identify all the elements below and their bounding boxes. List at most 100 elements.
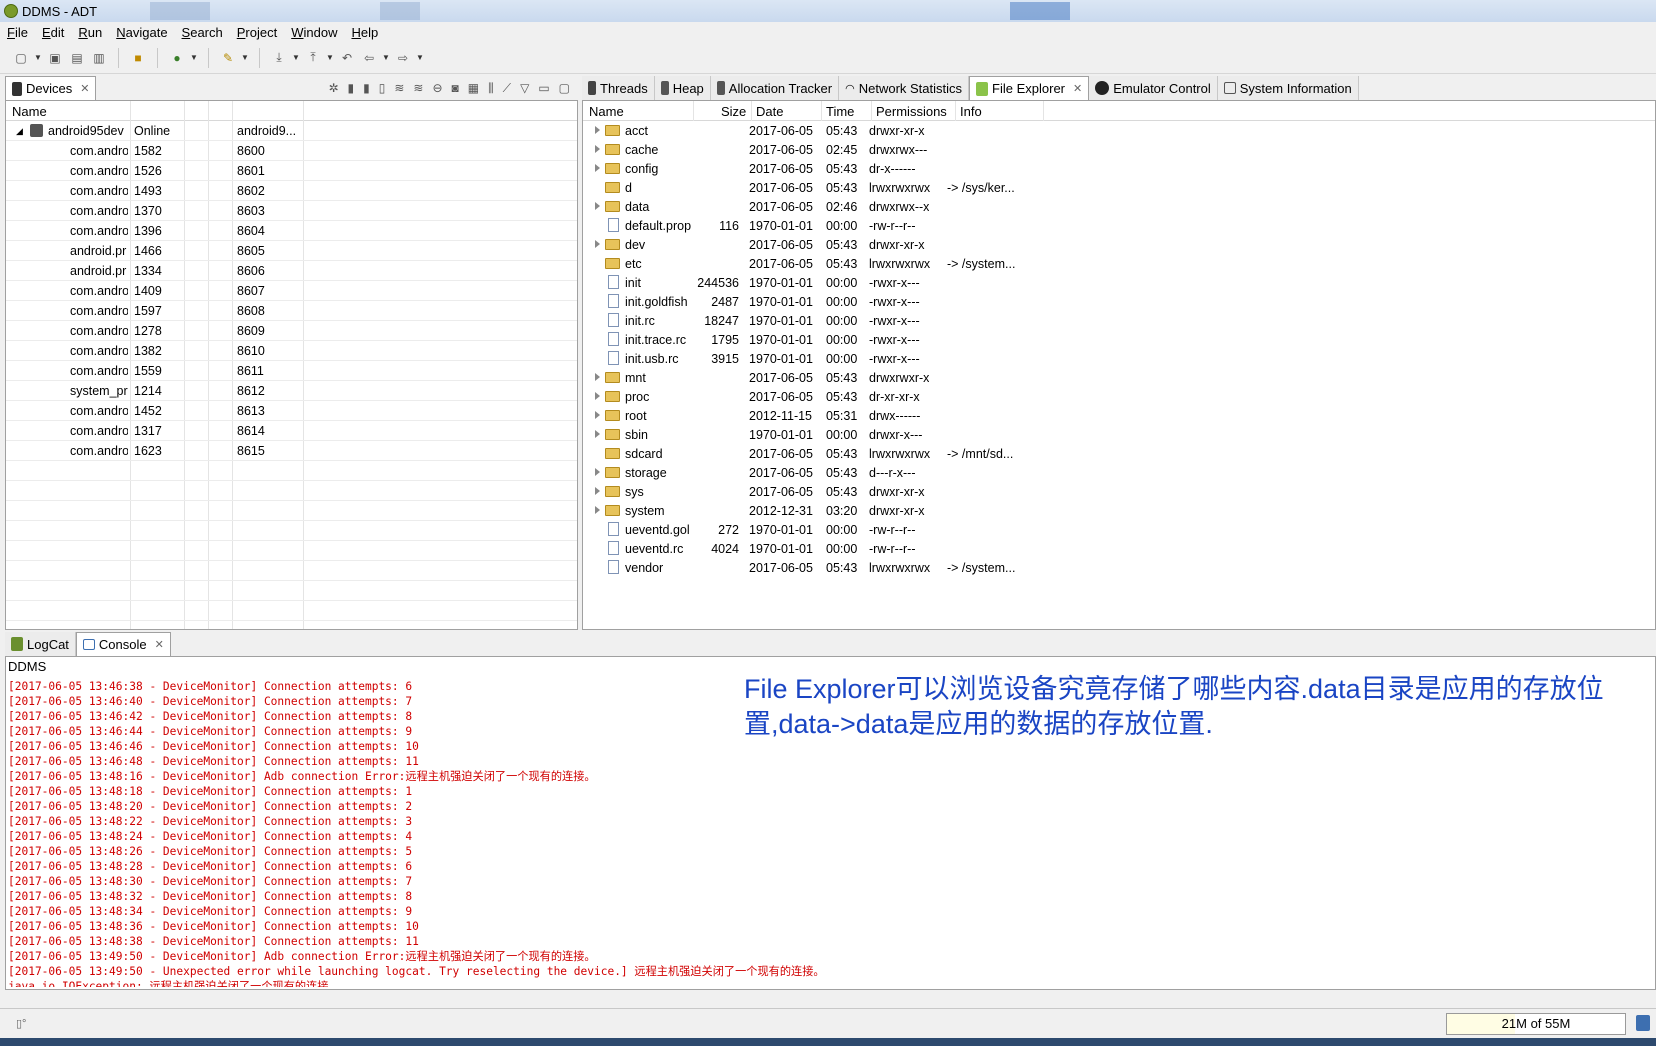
process-row[interactable]: com.andro 1582 8600: [6, 141, 577, 161]
minimize-icon[interactable]: ▭: [538, 81, 549, 95]
close-icon[interactable]: ✕: [1073, 82, 1082, 95]
save-icon[interactable]: ▣: [46, 49, 64, 67]
process-row[interactable]: com.andro 1409 8607: [6, 281, 577, 301]
expand-icon[interactable]: [595, 164, 600, 172]
update-heap-icon[interactable]: ▮: [348, 81, 355, 95]
expand-icon[interactable]: [595, 468, 600, 476]
file-row[interactable]: init.goldfish 2487 1970-01-01 00:00 -rwxr-x-…: [583, 292, 1655, 312]
process-row[interactable]: system_prc 1214 8612: [6, 381, 577, 401]
tab-logcat[interactable]: LogCat: [5, 632, 76, 656]
pen-dropdown-icon[interactable]: ▼: [241, 53, 249, 62]
view-menu-icon[interactable]: ▽: [520, 81, 529, 95]
process-row[interactable]: com.andro 1452 8613: [6, 401, 577, 421]
process-row[interactable]: com.andro 1526 8601: [6, 161, 577, 181]
tab-system-information[interactable]: System Information: [1217, 76, 1359, 100]
file-row[interactable]: etc 2017-06-05 05:43 lrwxrwxrwx -> /system..…: [583, 254, 1655, 274]
tab-emulator-control[interactable]: Emulator Control: [1089, 76, 1218, 100]
menu-window[interactable]: Window: [284, 25, 344, 40]
last-edit-icon[interactable]: ↶: [338, 49, 356, 67]
process-row[interactable]: com.andro 1370 8603: [6, 201, 577, 221]
file-row[interactable]: acct 2017-06-05 05:43 drwxr-xr-x: [583, 121, 1655, 141]
expand-icon[interactable]: [595, 392, 600, 400]
file-row[interactable]: default.prop 116 1970-01-01 00:00 -rw-r--r--: [583, 216, 1655, 236]
menu-search[interactable]: Search: [175, 25, 230, 40]
new-dropdown-icon[interactable]: ▼: [34, 53, 42, 62]
menu-run[interactable]: Run: [71, 25, 109, 40]
next-annotation-icon[interactable]: ⤓: [270, 49, 288, 67]
print-icon[interactable]: ▥: [90, 49, 108, 67]
sdk-manager-icon[interactable]: ■: [129, 49, 147, 67]
process-row[interactable]: android.pr 1466 8605: [6, 241, 577, 261]
menu-edit[interactable]: Edit: [35, 25, 71, 40]
cause-gc-icon[interactable]: ▯: [379, 81, 386, 95]
expand-icon[interactable]: [595, 506, 600, 514]
tab-file-explorer[interactable]: File Explorer ✕: [969, 76, 1090, 100]
close-icon[interactable]: ✕: [80, 82, 89, 95]
forward-dropdown-icon[interactable]: ▼: [416, 53, 424, 62]
menu-navigate[interactable]: Navigate: [109, 25, 174, 40]
process-row[interactable]: com.andro 1597 8608: [6, 301, 577, 321]
dump-hprof-icon[interactable]: ▮: [363, 81, 370, 95]
file-row[interactable]: proc 2017-06-05 05:43 dr-xr-xr-x: [583, 387, 1655, 407]
collapse-icon[interactable]: ◢: [16, 126, 23, 137]
back-dropdown-icon[interactable]: ▼: [382, 53, 390, 62]
file-row[interactable]: init.rc 18247 1970-01-01 00:00 -rwxr-x---: [583, 311, 1655, 331]
expand-icon[interactable]: [595, 240, 600, 248]
file-row[interactable]: init.trace.rc 1795 1970-01-01 00:00 -rwxr-x-…: [583, 330, 1655, 350]
menu-help[interactable]: Help: [344, 25, 385, 40]
expand-icon[interactable]: [595, 430, 600, 438]
column-time-header[interactable]: Time: [826, 104, 854, 119]
prev-annotation-dropdown-icon[interactable]: ▼: [326, 53, 334, 62]
file-row[interactable]: sdcard 2017-06-05 05:43 lrwxrwxrwx -> /mnt/s…: [583, 444, 1655, 464]
file-row[interactable]: mnt 2017-06-05 05:43 drwxrwxr-x: [583, 368, 1655, 388]
file-row[interactable]: sbin 1970-01-01 00:00 drwxr-x---: [583, 425, 1655, 445]
expand-icon[interactable]: [595, 145, 600, 153]
expand-icon[interactable]: [595, 487, 600, 495]
screen-capture-icon[interactable]: ◙: [452, 81, 459, 95]
expand-icon[interactable]: [595, 373, 600, 381]
new-icon[interactable]: ▢: [12, 49, 30, 67]
column-name-header[interactable]: Name: [589, 104, 624, 119]
garbage-collect-icon[interactable]: [1636, 1015, 1650, 1031]
systrace-icon[interactable]: ⫼: [488, 81, 494, 96]
column-permissions-header[interactable]: Permissions: [876, 104, 947, 119]
debug-icon[interactable]: ✲: [328, 81, 338, 95]
update-threads-icon[interactable]: ≋: [394, 81, 404, 95]
file-row[interactable]: d 2017-06-05 05:43 lrwxrwxrwx -> /sys/ker...: [583, 178, 1655, 198]
menu-file[interactable]: File: [0, 25, 35, 40]
tab-network-statistics[interactable]: ◠ Network Statistics: [839, 76, 970, 100]
file-row[interactable]: system 2012-12-31 03:20 drwxr-xr-x: [583, 501, 1655, 521]
file-row[interactable]: ueventd.gol 272 1970-01-01 00:00 -rw-r--r--: [583, 520, 1655, 540]
tab-devices[interactable]: Devices ✕: [5, 76, 97, 100]
file-row[interactable]: cache 2017-06-05 02:45 drwxrwx---: [583, 140, 1655, 160]
file-row[interactable]: vendor 2017-06-05 05:43 lrwxrwxrwx -> /syste…: [583, 558, 1655, 578]
search-dropdown-icon[interactable]: ▼: [190, 53, 198, 62]
opengl-trace-icon[interactable]: ⟋: [503, 81, 511, 96]
file-row[interactable]: ueventd.rc 4024 1970-01-01 00:00 -rw-r--r--: [583, 539, 1655, 559]
column-name-header[interactable]: Name: [12, 104, 47, 119]
process-row[interactable]: com.andro 1493 8602: [6, 181, 577, 201]
process-row[interactable]: com.andro 1382 8610: [6, 341, 577, 361]
method-profiling-icon[interactable]: ≋: [413, 81, 423, 95]
back-icon[interactable]: ⇦: [360, 49, 378, 67]
tab-allocation-tracker[interactable]: Allocation Tracker: [710, 76, 840, 100]
next-annotation-dropdown-icon[interactable]: ▼: [292, 53, 300, 62]
fast-view-icon[interactable]: ▯°: [16, 1017, 26, 1030]
file-row[interactable]: data 2017-06-05 02:46 drwxrwx--x: [583, 197, 1655, 217]
file-row[interactable]: root 2012-11-15 05:31 drwx------: [583, 406, 1655, 426]
process-row[interactable]: com.andro 1317 8614: [6, 421, 577, 441]
search-icon[interactable]: ●: [168, 49, 186, 67]
process-row[interactable]: com.andro 1396 8604: [6, 221, 577, 241]
file-row[interactable]: sys 2017-06-05 05:43 drwxr-xr-x: [583, 482, 1655, 502]
tab-threads[interactable]: Threads: [582, 76, 655, 100]
pen-icon[interactable]: ✎: [219, 49, 237, 67]
file-row[interactable]: storage 2017-06-05 05:43 d---r-x---: [583, 463, 1655, 483]
file-row[interactable]: init 244536 1970-01-01 00:00 -rwxr-x---: [583, 273, 1655, 293]
file-row[interactable]: init.usb.rc 3915 1970-01-01 00:00 -rwxr-x---: [583, 349, 1655, 369]
column-date-header[interactable]: Date: [756, 104, 783, 119]
file-row[interactable]: config 2017-06-05 05:43 dr-x------: [583, 159, 1655, 179]
file-row[interactable]: dev 2017-06-05 05:43 drwxr-xr-x: [583, 235, 1655, 255]
forward-icon[interactable]: ⇨: [394, 49, 412, 67]
save-all-icon[interactable]: ▤: [68, 49, 86, 67]
menu-project[interactable]: Project: [230, 25, 284, 40]
